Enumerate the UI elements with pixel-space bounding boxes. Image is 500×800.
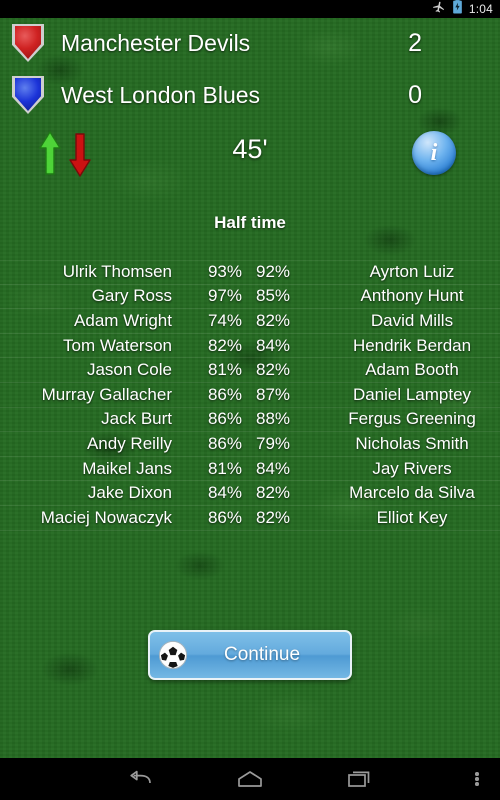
away-player-percent: 84% <box>256 335 291 355</box>
home-player-name: Jake Dixon <box>87 483 172 503</box>
home-player-percent: 84% <box>207 483 242 503</box>
home-player-name: Adam Wright <box>74 310 172 330</box>
home-player-percent: 86% <box>207 384 242 404</box>
info-button-label: i <box>430 140 438 166</box>
home-team-badge-shield-icon <box>12 24 44 62</box>
player-comparison-table: Ulrik Thomsen 93% 92% Ayrton Luiz Gary Ross 9… <box>0 260 500 531</box>
home-team-row[interactable]: Manchester Devils 2 <box>0 20 500 66</box>
continue-button-label: Continue <box>223 644 301 665</box>
away-player-percent: 82% <box>256 507 291 527</box>
battery-charging-icon <box>452 0 463 19</box>
home-player-percent: 82% <box>207 335 242 355</box>
away-player-name: Hendrik Berdan <box>352 335 472 355</box>
back-arrow-icon[interactable] <box>112 758 168 800</box>
table-row[interactable]: Murray Gallacher 86% 87% Daniel Lamptey <box>0 383 500 408</box>
home-team-name: Manchester Devils <box>61 29 251 56</box>
overflow-menu-icon[interactable] <box>462 758 492 800</box>
table-row[interactable]: Jake Dixon 84% 82% Marcelo da Silva <box>0 481 500 506</box>
away-player-name: Marcelo da Silva <box>349 483 475 503</box>
away-team-name: West London Blues <box>61 81 261 108</box>
home-player-percent: 86% <box>207 433 242 453</box>
away-player-name: Daniel Lamptey <box>352 384 472 404</box>
away-team-score: 0 <box>408 80 422 109</box>
home-player-name: Murray Gallacher <box>41 384 172 404</box>
home-team-score: 2 <box>408 28 422 57</box>
away-player-percent: 82% <box>256 483 291 503</box>
home-player-percent: 74% <box>207 310 242 330</box>
table-row[interactable]: Andy Reilly 86% 79% Nicholas Smith <box>0 432 500 457</box>
away-player-name: Ayrton Luiz <box>369 262 455 282</box>
table-row[interactable]: Jack Burt 86% 88% Fergus Greening <box>0 408 500 433</box>
away-player-name: Adam Booth <box>365 360 459 380</box>
home-player-name: Tom Waterson <box>63 335 172 355</box>
soccer-ball-icon <box>158 640 188 670</box>
away-player-percent: 82% <box>256 310 291 330</box>
away-player-percent: 92% <box>256 262 291 282</box>
home-player-name: Maikel Jans <box>82 458 172 478</box>
away-player-percent: 87% <box>256 384 291 404</box>
away-player-percent: 79% <box>256 433 291 453</box>
home-player-name: Jack Burt <box>101 409 172 429</box>
table-row[interactable]: Adam Wright 74% 82% David Mills <box>0 309 500 334</box>
table-row[interactable]: Tom Waterson 82% 84% Hendrik Berdan <box>0 334 500 359</box>
home-player-percent: 81% <box>207 360 242 380</box>
home-player-name: Andy Reilly <box>86 433 172 453</box>
table-row[interactable]: Jason Cole 81% 82% Adam Booth <box>0 358 500 383</box>
away-team-row[interactable]: West London Blues 0 <box>0 72 500 118</box>
match-status-label: Half time <box>214 213 286 232</box>
info-icon[interactable]: i <box>412 131 456 175</box>
home-player-name: Ulrik Thomsen <box>62 262 172 282</box>
home-player-name: Gary Ross <box>91 286 172 306</box>
table-row[interactable]: Ulrik Thomsen 93% 92% Ayrton Luiz <box>0 260 500 285</box>
airplane-mode-icon <box>432 0 446 19</box>
away-player-name: Elliot Key <box>376 507 448 527</box>
home-player-name: Jason Cole <box>86 360 172 380</box>
home-player-percent: 93% <box>207 262 242 282</box>
away-team-badge-shield-icon <box>12 76 44 114</box>
android-navigation-bar <box>0 758 500 800</box>
table-row[interactable]: Maikel Jans 81% 84% Jay Rivers <box>0 457 500 482</box>
away-player-percent: 85% <box>256 286 291 306</box>
home-player-percent: 81% <box>207 458 242 478</box>
away-player-percent: 84% <box>256 458 291 478</box>
status-bar-clock: 1:04 <box>468 2 493 16</box>
continue-button[interactable]: Continue <box>148 630 352 680</box>
away-player-name: Jay Rivers <box>372 458 452 478</box>
recent-apps-icon[interactable] <box>332 758 388 800</box>
home-player-percent: 86% <box>207 409 242 429</box>
status-bar: 1:04 <box>0 0 500 18</box>
table-row[interactable]: Maciej Nowaczyk 86% 82% Elliot Key <box>0 506 500 531</box>
home-player-percent: 86% <box>207 507 242 527</box>
table-row[interactable]: Gary Ross 97% 85% Anthony Hunt <box>0 285 500 310</box>
home-icon[interactable] <box>222 758 278 800</box>
away-player-name: Anthony Hunt <box>360 286 464 306</box>
away-player-percent: 82% <box>256 360 291 380</box>
away-player-name: Nicholas Smith <box>355 433 469 453</box>
away-player-name: David Mills <box>370 310 454 330</box>
home-player-name: Maciej Nowaczyk <box>40 507 172 527</box>
away-player-name: Fergus Greening <box>348 409 476 429</box>
away-player-percent: 88% <box>256 409 291 429</box>
home-player-percent: 97% <box>207 286 242 306</box>
